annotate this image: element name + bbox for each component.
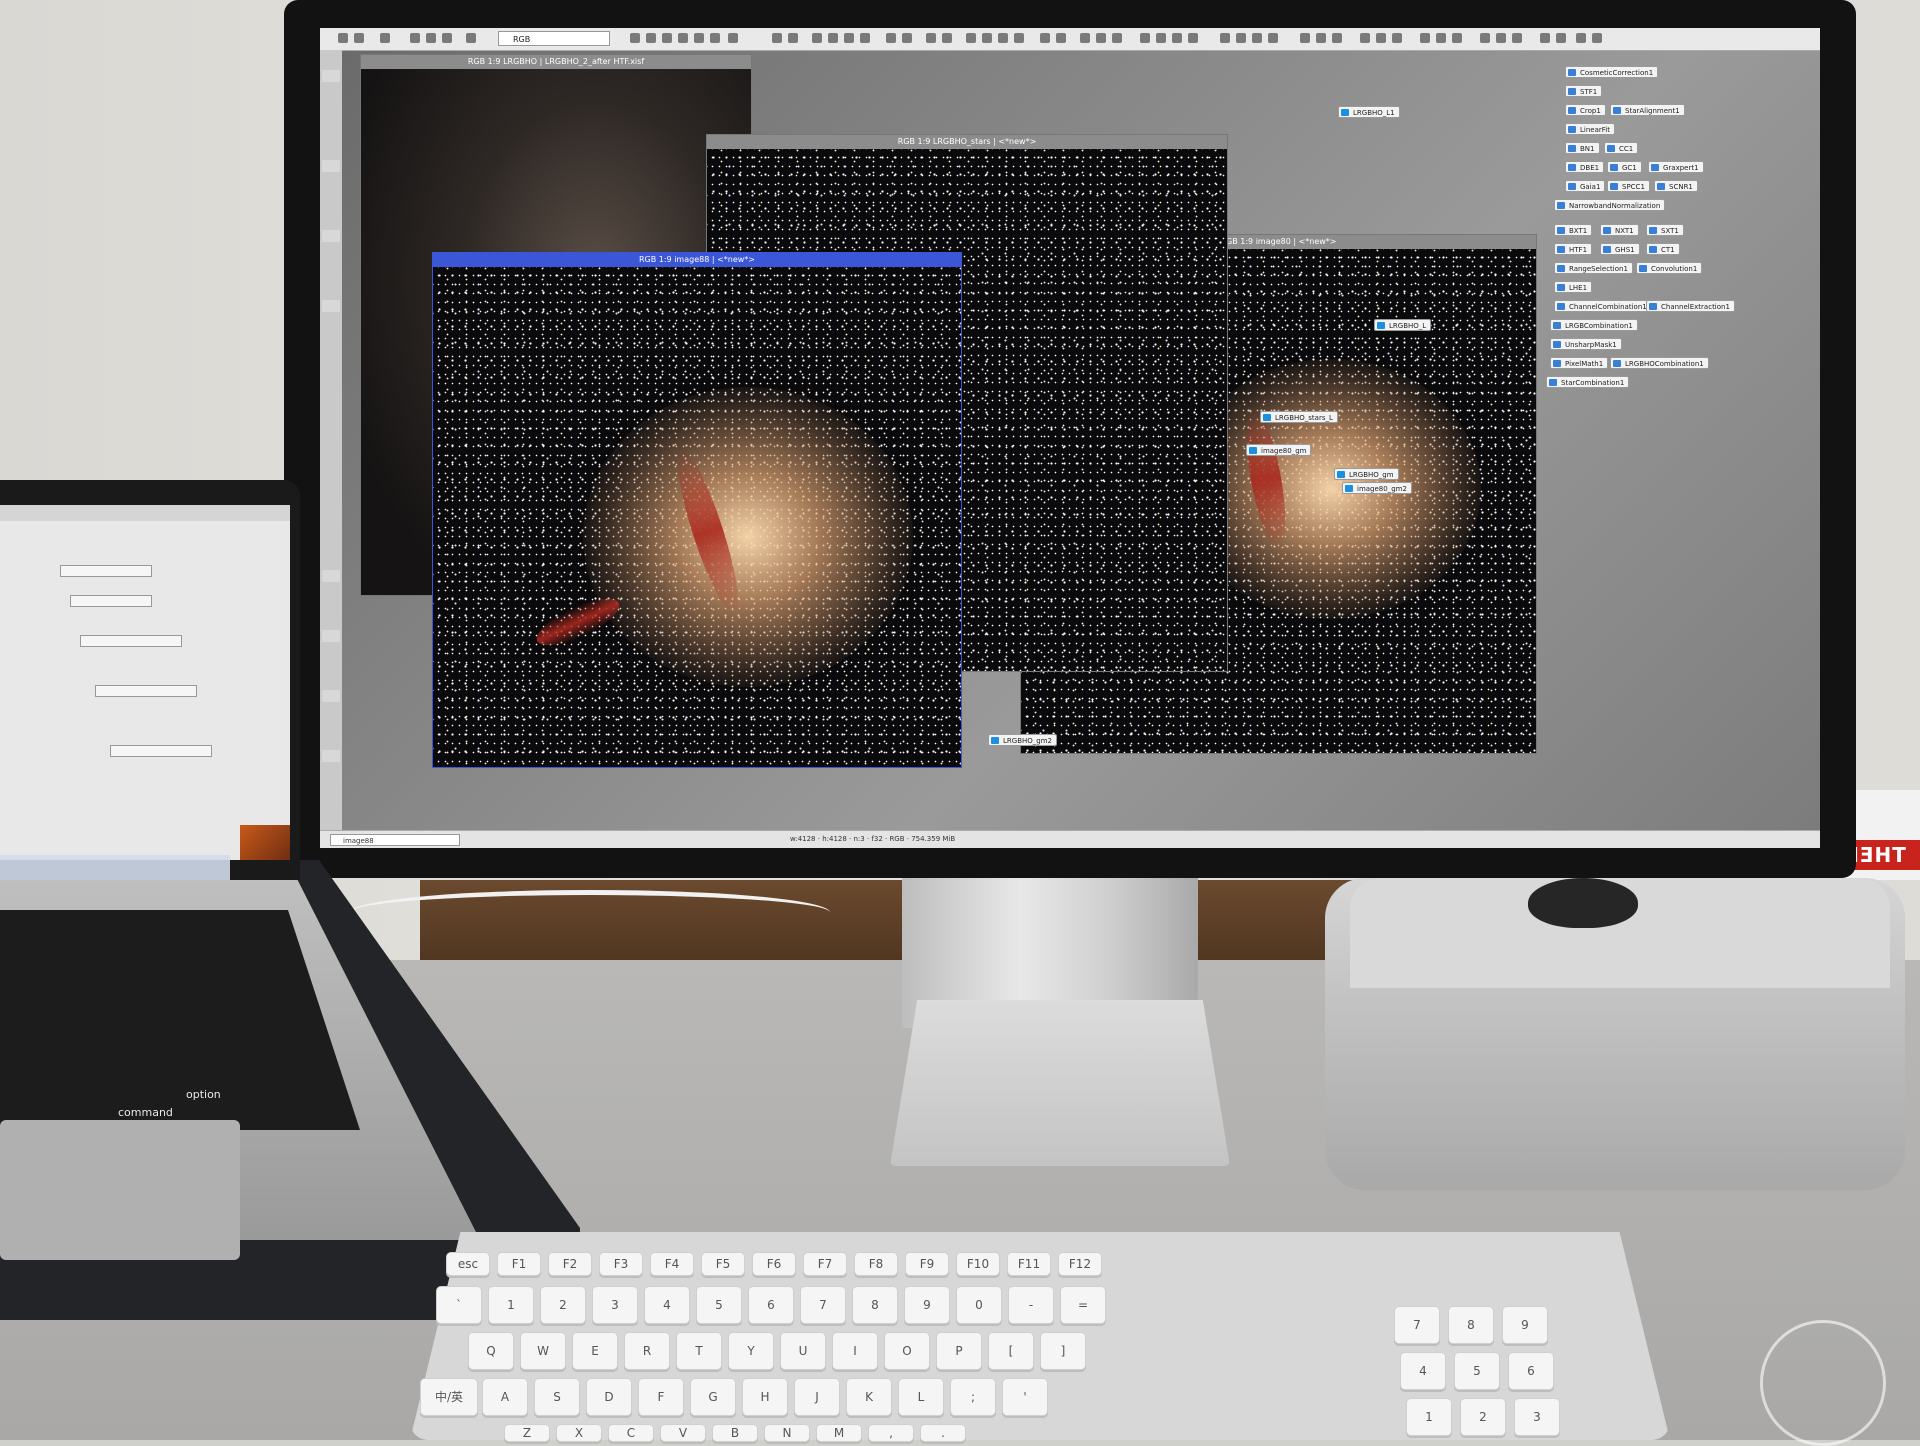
number-key: 3 — [592, 1286, 638, 1324]
letter-key: S — [534, 1378, 580, 1416]
numpad-key: 7 — [1394, 1306, 1440, 1344]
letter-key: . — [920, 1424, 966, 1442]
number-key: 0 — [956, 1286, 1002, 1324]
letter-key: U — [780, 1332, 826, 1370]
letter-key: O — [884, 1332, 930, 1370]
number-key: = — [1060, 1286, 1106, 1324]
function-key: esc — [446, 1252, 490, 1276]
number-key: - — [1008, 1286, 1054, 1324]
letter-key: , — [868, 1424, 914, 1442]
letter-key: ' — [1002, 1378, 1048, 1416]
letter-key: Y — [728, 1332, 774, 1370]
numpad-key: 3 — [1514, 1398, 1560, 1436]
letter-key: C — [608, 1424, 654, 1442]
letter-key: J — [794, 1378, 840, 1416]
letter-key: H — [742, 1378, 788, 1416]
number-key: 7 — [800, 1286, 846, 1324]
function-key: F6 — [752, 1252, 796, 1276]
letter-key: Z — [504, 1424, 550, 1442]
number-key: 9 — [904, 1286, 950, 1324]
function-key: F3 — [599, 1252, 643, 1276]
keyboard-keys: esc F1 F2 F3 F4 F5 F6 F7 F8 F9 F10 F11 F12 ` 1 2 3 4 5 6 7 8 9… — [0, 0, 1920, 1442]
ime-switch-key: 中/英 — [420, 1378, 478, 1416]
letter-key: Q — [468, 1332, 514, 1370]
function-key: F10 — [956, 1252, 1000, 1276]
function-key: F9 — [905, 1252, 949, 1276]
letter-key: W — [520, 1332, 566, 1370]
letter-key: D — [586, 1378, 632, 1416]
numpad-key: 5 — [1454, 1352, 1500, 1390]
number-key: 8 — [852, 1286, 898, 1324]
function-key: F7 — [803, 1252, 847, 1276]
number-key: 4 — [644, 1286, 690, 1324]
number-key: 5 — [696, 1286, 742, 1324]
function-key: F11 — [1007, 1252, 1051, 1276]
numpad-key: 6 — [1508, 1352, 1554, 1390]
number-key: 1 — [488, 1286, 534, 1324]
number-key: ` — [436, 1286, 482, 1324]
letter-key: G — [690, 1378, 736, 1416]
letter-key: M — [816, 1424, 862, 1442]
letter-key: T — [676, 1332, 722, 1370]
function-key: F2 — [548, 1252, 592, 1276]
numpad-key: 9 — [1502, 1306, 1548, 1344]
letter-key: I — [832, 1332, 878, 1370]
numpad-key: 1 — [1406, 1398, 1452, 1436]
letter-key: F — [638, 1378, 684, 1416]
letter-key: L — [898, 1378, 944, 1416]
letter-key: A — [482, 1378, 528, 1416]
function-key: F4 — [650, 1252, 694, 1276]
letter-key: K — [846, 1378, 892, 1416]
letter-key: V — [660, 1424, 706, 1442]
numpad-key: 4 — [1400, 1352, 1446, 1390]
number-key: 6 — [748, 1286, 794, 1324]
letter-key: [ — [988, 1332, 1034, 1370]
letter-key: X — [556, 1424, 602, 1442]
function-key: F8 — [854, 1252, 898, 1276]
letter-key: R — [624, 1332, 670, 1370]
number-key: 2 — [540, 1286, 586, 1324]
function-key: F12 — [1058, 1252, 1102, 1276]
function-key: F5 — [701, 1252, 745, 1276]
letter-key: E — [572, 1332, 618, 1370]
letter-key: N — [764, 1424, 810, 1442]
letter-key: ; — [950, 1378, 996, 1416]
letter-key: P — [936, 1332, 982, 1370]
function-key: F1 — [497, 1252, 541, 1276]
numpad-key: 8 — [1448, 1306, 1494, 1344]
letter-key: B — [712, 1424, 758, 1442]
letter-key: ] — [1040, 1332, 1086, 1370]
numpad-key: 2 — [1460, 1398, 1506, 1436]
watermark-logo — [1760, 1320, 1886, 1446]
